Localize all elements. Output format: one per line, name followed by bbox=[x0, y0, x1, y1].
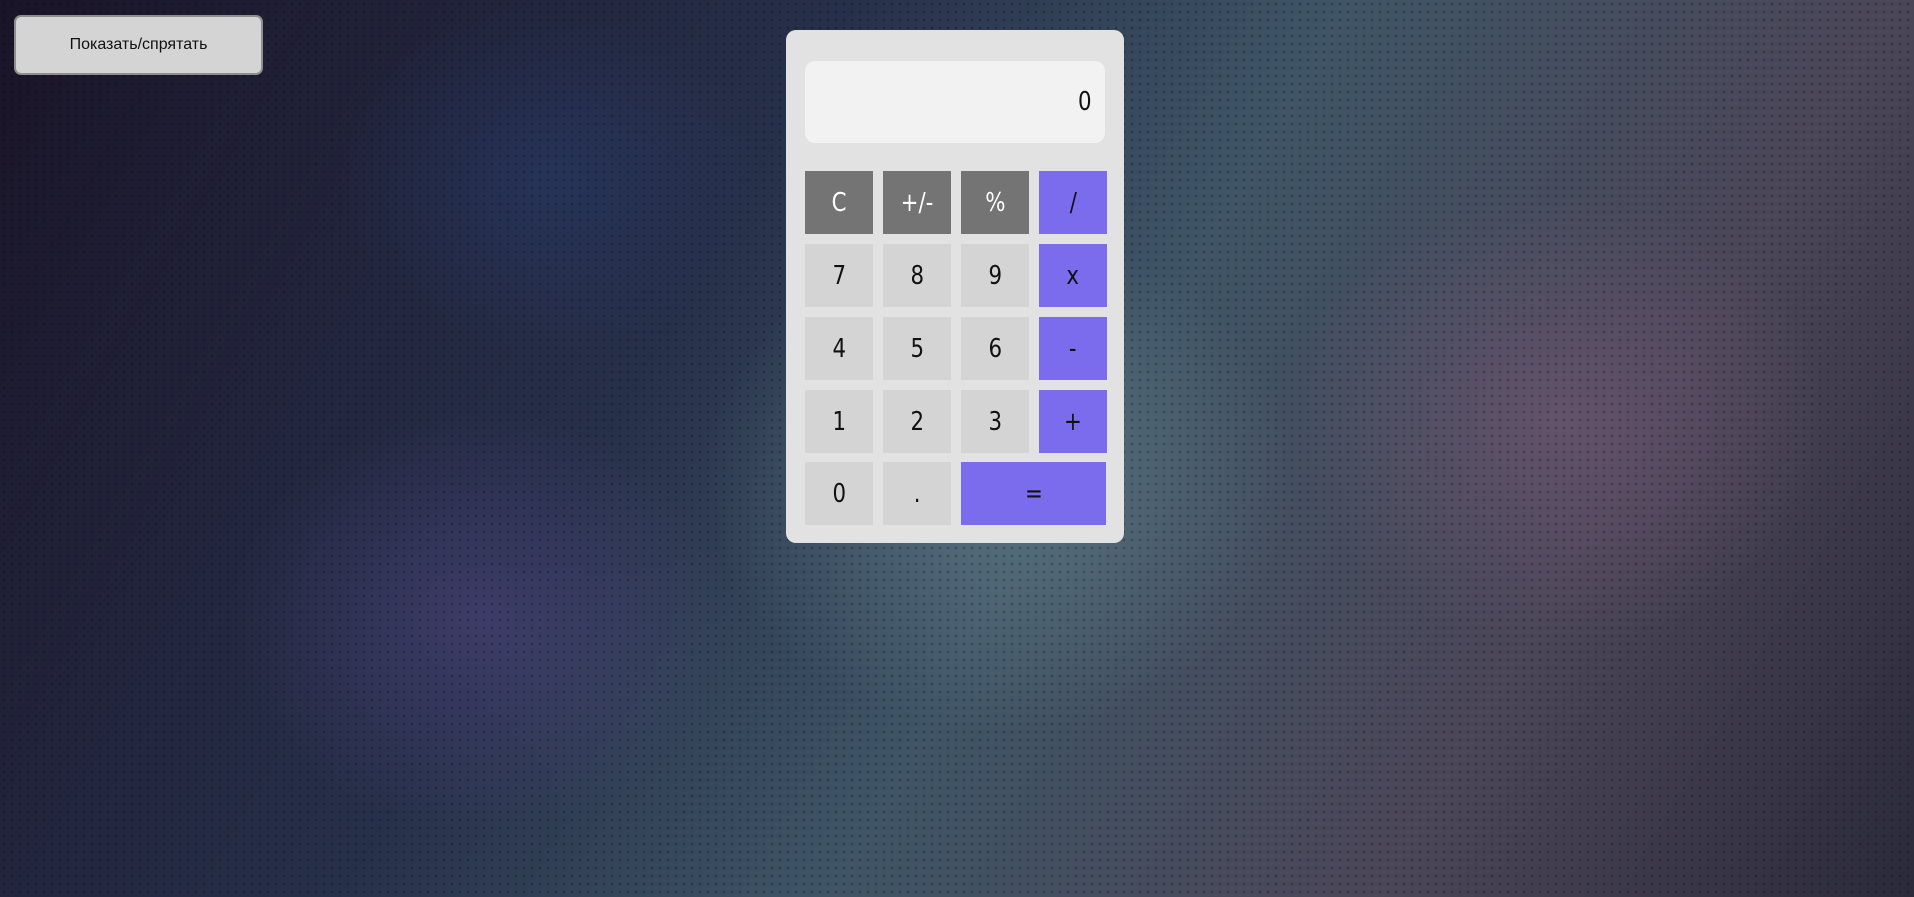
digit-6-button[interactable]: 6 bbox=[961, 317, 1029, 380]
clear-button-label: C bbox=[831, 187, 847, 218]
plus-button-label: + bbox=[1064, 406, 1082, 437]
clear-button[interactable]: C bbox=[805, 171, 873, 234]
multiply-button[interactable]: x bbox=[1039, 244, 1107, 307]
digit-5-button[interactable]: 5 bbox=[883, 317, 951, 380]
multiply-button-label: x bbox=[1066, 260, 1080, 291]
divide-button[interactable]: / bbox=[1039, 171, 1107, 234]
digit-8-button[interactable]: 8 bbox=[883, 244, 951, 307]
sign-toggle-button-label: +/- bbox=[900, 187, 934, 218]
digit-8-button-label: 8 bbox=[910, 260, 924, 291]
digit-1-button[interactable]: 1 bbox=[805, 390, 873, 453]
digit-6-button-label: 6 bbox=[988, 333, 1002, 364]
digit-0-button[interactable]: 0 bbox=[805, 462, 873, 525]
digit-3-button-label: 3 bbox=[988, 406, 1002, 437]
percent-button[interactable]: % bbox=[961, 171, 1029, 234]
plus-button[interactable]: + bbox=[1039, 390, 1107, 453]
minus-button-label: - bbox=[1069, 333, 1077, 364]
digit-0-button-label: 0 bbox=[832, 478, 846, 509]
display-value: 0 bbox=[1078, 87, 1092, 117]
digit-9-button[interactable]: 9 bbox=[961, 244, 1029, 307]
decimal-point-button-label: . bbox=[913, 478, 921, 509]
digit-2-button[interactable]: 2 bbox=[883, 390, 951, 453]
calculator-display: 0 bbox=[805, 61, 1105, 143]
minus-button[interactable]: - bbox=[1039, 317, 1107, 380]
digit-7-button[interactable]: 7 bbox=[805, 244, 873, 307]
divide-button-label: / bbox=[1069, 187, 1077, 218]
digit-9-button-label: 9 bbox=[988, 260, 1002, 291]
sign-toggle-button[interactable]: +/- bbox=[883, 171, 951, 234]
digit-4-button[interactable]: 4 bbox=[805, 317, 873, 380]
digit-5-button-label: 5 bbox=[910, 333, 924, 364]
show-hide-button[interactable]: Показать/спрятать bbox=[14, 15, 263, 75]
digit-1-button-label: 1 bbox=[832, 406, 846, 437]
percent-button-label: % bbox=[984, 187, 1006, 218]
digit-2-button-label: 2 bbox=[910, 406, 924, 437]
digit-7-button-label: 7 bbox=[832, 260, 846, 291]
decimal-point-button[interactable]: . bbox=[883, 462, 951, 525]
equals-button-label: = bbox=[1024, 478, 1043, 509]
digit-3-button[interactable]: 3 bbox=[961, 390, 1029, 453]
equals-button[interactable]: = bbox=[961, 462, 1106, 525]
show-hide-button-label: Показать/спрятать bbox=[69, 36, 208, 53]
digit-4-button-label: 4 bbox=[832, 333, 846, 364]
calculator: 0 C +/- % / 7 8 9 x 4 5 6 - 1 2 3 + 0 . … bbox=[786, 30, 1124, 543]
